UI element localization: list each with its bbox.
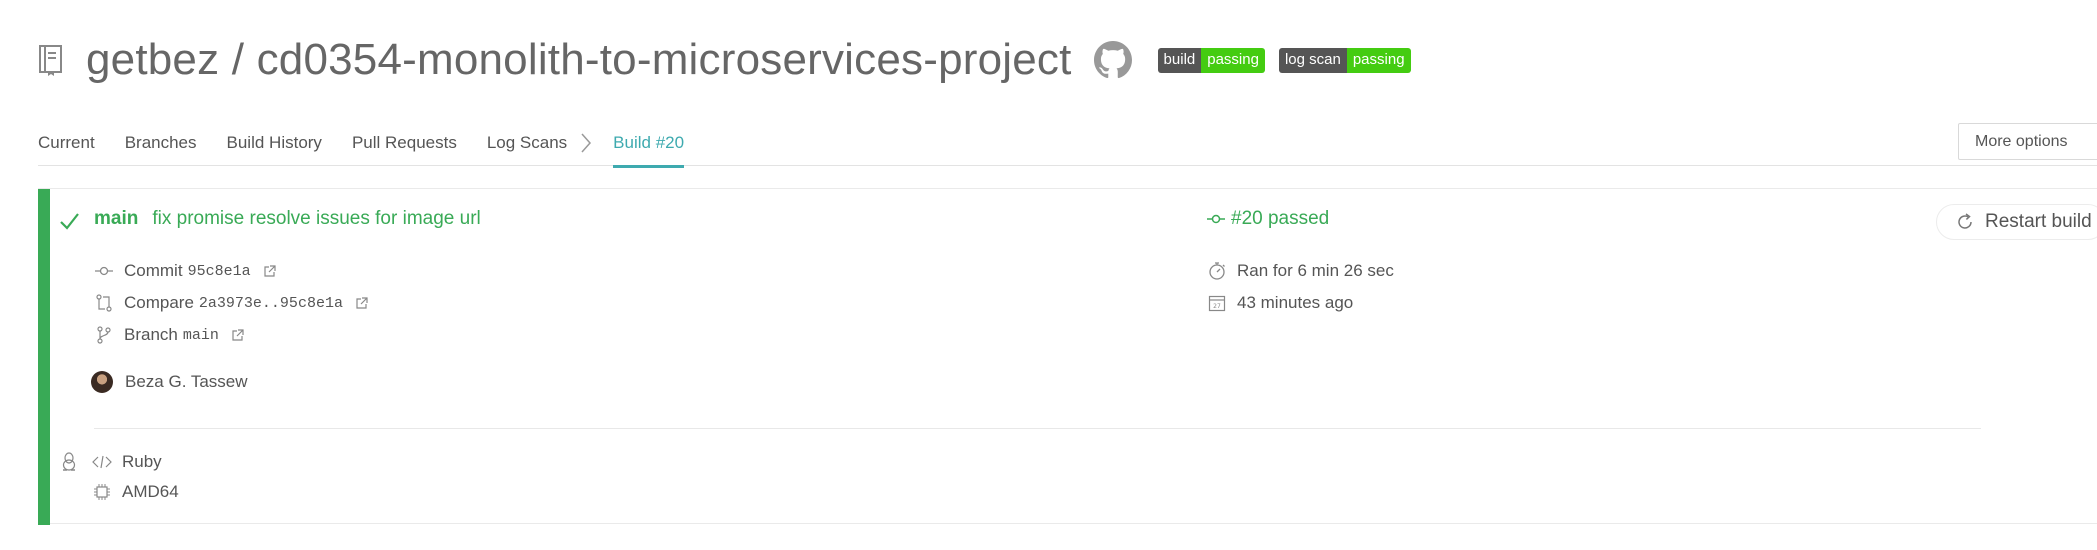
external-link-icon[interactable] (231, 328, 244, 342)
tab-pull-requests[interactable]: Pull Requests (352, 128, 457, 168)
tab-current-build[interactable]: Build #20 (613, 128, 685, 168)
badge-value: passing (1201, 47, 1265, 73)
external-link-icon[interactable] (355, 296, 368, 310)
author-name: Beza G. Tassew (125, 372, 248, 391)
restart-icon (1955, 212, 1975, 232)
commit-row: Commit 95c8e1a (94, 261, 276, 281)
build-language: Ruby (122, 452, 162, 471)
branch-label: Branch (124, 325, 178, 344)
compare-icon (94, 293, 114, 313)
commit-dot-icon (1207, 213, 1225, 225)
stopwatch-icon (1207, 261, 1227, 281)
section-divider (94, 428, 1981, 429)
avatar (91, 371, 113, 393)
build-arch: AMD64 (122, 482, 179, 501)
build-finished-time: 43 minutes ago (1237, 293, 1354, 312)
restart-build-button[interactable]: Restart build (1936, 204, 2097, 240)
repo-title[interactable]: getbez / cd0354-monolith-to-microservice… (86, 35, 1072, 85)
duration-row: Ran for 6 min 26 sec (1207, 261, 1394, 281)
code-icon (92, 452, 112, 472)
branch-value-link[interactable]: main (183, 327, 219, 344)
author-row: Beza G. Tassew (91, 371, 248, 393)
log-scan-badge[interactable]: log scan passing (1278, 47, 1411, 73)
tab-build-history[interactable]: Build History (227, 128, 322, 168)
github-icon[interactable] (1093, 40, 1134, 80)
arch-row: AMD64 (92, 482, 179, 502)
commit-message: fix promise resolve issues for image url (152, 208, 481, 229)
build-summary-panel (38, 188, 2097, 525)
branch-icon (94, 325, 114, 345)
finished-row: 27 43 minutes ago (1207, 293, 1353, 313)
branch-link[interactable]: main (94, 208, 138, 230)
build-title-row: main fix promise resolve issues for imag… (94, 208, 481, 230)
commit-sha-link[interactable]: 95c8e1a (188, 263, 251, 280)
commit-label: Commit (124, 261, 183, 280)
compare-label: Compare (124, 293, 194, 312)
compare-range-link[interactable]: 2a3973e..95c8e1a (199, 295, 343, 312)
build-duration: Ran for 6 min 26 sec (1237, 261, 1394, 280)
badge-label: build (1157, 47, 1202, 73)
build-status-badge[interactable]: build passing (1157, 47, 1265, 73)
compare-row: Compare 2a3973e..95c8e1a (94, 293, 368, 313)
status-bar (38, 189, 50, 525)
commit-icon (94, 261, 114, 281)
branch-row: Branch main (94, 325, 244, 345)
linux-icon (61, 452, 77, 477)
tab-current[interactable]: Current (38, 128, 95, 168)
passed-check-icon (58, 210, 80, 237)
chevron-right-icon (579, 128, 599, 158)
tab-branches[interactable]: Branches (125, 128, 197, 168)
restart-build-label: Restart build (1985, 211, 2092, 232)
build-status-row: #20 passed (1207, 208, 1329, 230)
calendar-icon: 27 (1207, 293, 1227, 313)
more-options-button[interactable]: More options (1958, 123, 2097, 160)
build-number-status[interactable]: #20 passed (1231, 208, 1329, 230)
badge-label: log scan (1278, 47, 1347, 73)
page-header: getbez / cd0354-monolith-to-microservice… (38, 30, 1411, 90)
tab-log-scans[interactable]: Log Scans (487, 128, 567, 168)
repo-tabs: Current Branches Build History Pull Requ… (38, 128, 685, 168)
badge-value: passing (1346, 47, 1411, 73)
language-row: Ruby (92, 452, 162, 472)
repository-icon (38, 42, 68, 78)
external-link-icon[interactable] (263, 264, 276, 278)
cpu-icon (92, 482, 112, 502)
svg-text:27: 27 (1213, 303, 1221, 310)
